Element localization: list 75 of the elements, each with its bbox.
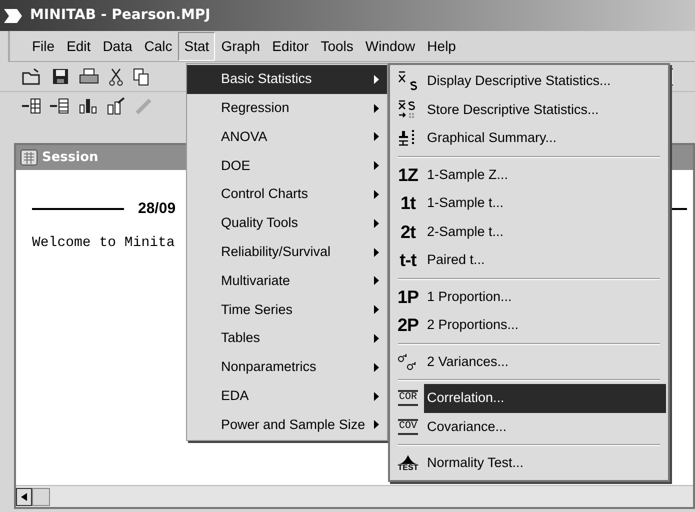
cut-icon[interactable]: [109, 68, 123, 86]
menu-item[interactable]: Tables: [187, 324, 387, 353]
menu-item[interactable]: Power and Sample Size: [187, 410, 387, 440]
icon-label: 1P: [397, 288, 419, 306]
menu-item[interactable]: Edit: [60, 32, 97, 60]
menu-item[interactable]: Basic Statistics: [187, 65, 387, 94]
left-arrow-icon: [21, 492, 27, 500]
icon-label: COR: [398, 390, 418, 406]
menu-item[interactable]: Data: [96, 32, 138, 60]
submenu-arrow-icon: [374, 392, 379, 401]
menu-item[interactable]: Control Charts: [187, 180, 387, 209]
submenu-arrow-icon: [374, 248, 379, 257]
submenu-arrow-icon: [374, 161, 379, 170]
menu-item[interactable]: 1-Sample t...: [424, 189, 666, 218]
menu-item[interactable]: Time Series: [187, 295, 387, 324]
copy-icon[interactable]: [133, 68, 149, 86]
submenu-arrow-icon: [374, 104, 379, 113]
session-text: Welcome to Minita: [32, 234, 175, 252]
insert-rows-icon[interactable]: [22, 97, 42, 115]
menu-item[interactable]: Reliability/Survival: [187, 238, 387, 267]
icon-label: 1t: [400, 194, 416, 212]
bars-icon[interactable]: [78, 97, 98, 115]
menu-item[interactable]: EDA: [187, 382, 387, 411]
menu-item[interactable]: 1 Proportion...: [424, 282, 666, 311]
icon-label: 2t: [400, 222, 416, 241]
menu-item[interactable]: 1-Sample Z...: [424, 160, 666, 189]
submenu-arrow-icon: [374, 305, 379, 314]
menu-item[interactable]: Graph: [215, 32, 266, 60]
menu-item[interactable]: Editor: [266, 32, 315, 60]
scroll-left-button[interactable]: [16, 488, 32, 506]
menu-item[interactable]: 2 Proportions...: [424, 311, 666, 340]
submenu-arrow-icon: [374, 132, 379, 142]
submenu-arrow-icon: [374, 334, 379, 344]
submenu-arrow-icon: [374, 190, 379, 200]
submenu-arrow-icon: [374, 218, 379, 228]
menu-item[interactable]: Multivariate: [187, 266, 387, 296]
icon-label: 1Z: [398, 166, 418, 184]
menu-item[interactable]: Quality Tools: [187, 208, 387, 238]
xbar-s-icon: [397, 71, 419, 92]
menu-item[interactable]: Store Descriptive Statistics...: [424, 96, 666, 124]
menu-item[interactable]: Covariance...: [424, 412, 666, 441]
submenu-arrow-icon: [374, 362, 379, 372]
menu-item[interactable]: Regression: [187, 94, 387, 123]
open-folder-icon[interactable]: [22, 68, 42, 86]
insert-columns-icon[interactable]: [50, 97, 70, 115]
menu-item[interactable]: DOE: [187, 151, 387, 180]
menu-item[interactable]: Correlation...: [424, 384, 666, 412]
submenu-arrow-icon: [374, 420, 379, 430]
menu-item[interactable]: Calc: [138, 32, 178, 60]
scroll-thumb[interactable]: [32, 488, 50, 506]
menu-item[interactable]: Tools: [314, 32, 360, 60]
menu-item[interactable]: Graphical Summary...: [424, 124, 666, 152]
session-icon: [20, 149, 38, 166]
menu-item[interactable]: Normality Test...: [424, 449, 666, 478]
submenu-arrow-icon: [374, 74, 379, 84]
menu-item[interactable]: Nonparametrics: [187, 352, 387, 382]
menu-item[interactable]: 2-Sample t...: [424, 218, 666, 246]
bars-arrow-icon[interactable]: [106, 97, 126, 115]
menu-item[interactable]: Display Descriptive Statistics...: [424, 67, 666, 96]
window-title: MINITAB - Pearson.MPJ: [30, 6, 210, 25]
icon-label: t-t: [400, 251, 416, 270]
menu-item[interactable]: Help: [421, 32, 462, 60]
icon-label: 2P: [397, 316, 419, 334]
menu-item[interactable]: Paired t...: [424, 246, 666, 274]
menu-item[interactable]: File: [26, 32, 61, 60]
session-date: 28/09: [138, 199, 176, 219]
print-icon[interactable]: [79, 68, 99, 86]
session-title: Session: [42, 148, 98, 167]
menu-item[interactable]: Window: [359, 32, 422, 60]
submenu-arrow-icon: [374, 276, 379, 286]
menu-item[interactable]: Stat: [178, 32, 216, 60]
save-icon[interactable]: [52, 68, 69, 85]
menu-item[interactable]: ANOVA: [187, 122, 387, 152]
icon-label: COV: [398, 418, 418, 435]
menu-item[interactable]: 2 Variances...: [424, 348, 666, 376]
